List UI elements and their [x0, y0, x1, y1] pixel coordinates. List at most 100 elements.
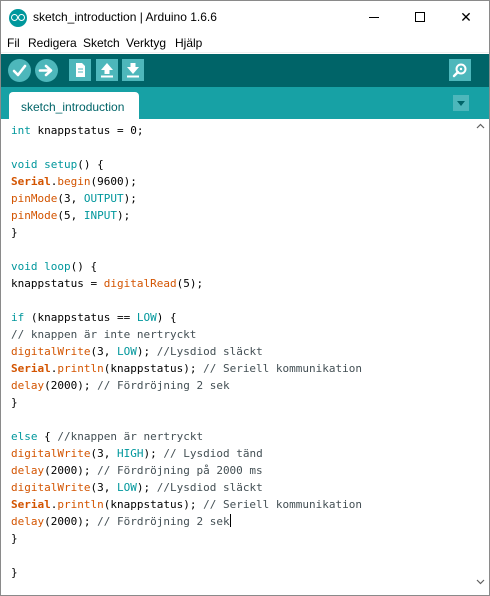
arduino-logo-icon	[9, 9, 27, 27]
new-icon	[76, 63, 85, 77]
close-icon: ✕	[460, 9, 472, 25]
window-title: sketch_introduction | Arduino 1.6.6	[33, 10, 217, 24]
code-token-keyword: if	[11, 311, 25, 324]
code-line[interactable]: digitalWrite(3, LOW); //Lysdiod släckt	[11, 343, 362, 360]
code-token-plain: (3,	[90, 345, 117, 358]
menu-sketch[interactable]: Sketch	[83, 36, 120, 50]
code-token-function: digitalWrite	[11, 447, 91, 460]
code-token-serial: Serial	[11, 362, 51, 375]
maximize-icon	[415, 12, 425, 22]
tab-sketch-introduction[interactable]: sketch_introduction	[9, 92, 139, 119]
code-line[interactable]: int knappstatus = 0;	[11, 122, 362, 139]
code-token-constant: INPUT	[83, 209, 117, 222]
scroll-up-icon[interactable]	[476, 123, 485, 129]
code-token-plain: (9600);	[90, 175, 137, 188]
code-line[interactable]: }	[11, 224, 362, 241]
verify-button[interactable]	[8, 59, 31, 82]
code-token-plain: );	[143, 447, 164, 460]
code-line[interactable]: else { //knappen är nertryckt	[11, 428, 362, 445]
code-token-function: println	[57, 362, 104, 375]
code-token-plain: (knappstatus);	[103, 362, 204, 375]
upload-button[interactable]	[35, 59, 58, 82]
code-token-plain: (5);	[176, 277, 204, 290]
code-text[interactable]: int knappstatus = 0; void setup() {Serial…	[11, 122, 362, 581]
menu-tools[interactable]: Verktyg	[126, 36, 166, 50]
code-token-plain: knappstatus = 0;	[30, 124, 144, 137]
save-sketch-button[interactable]	[122, 59, 144, 81]
code-line[interactable]: }	[11, 564, 362, 581]
code-line[interactable]	[11, 139, 362, 156]
code-token-function: delay	[11, 515, 45, 528]
code-line[interactable]: delay(2000); // Fördröjning 2 sek	[11, 377, 362, 394]
code-line[interactable]	[11, 411, 362, 428]
code-token-serial: Serial	[11, 498, 51, 511]
menu-bar: Fil Redigera Sketch Verktyg Hjälp	[1, 33, 489, 53]
code-token-plain: (knappstatus ==	[24, 311, 137, 324]
code-line[interactable]: pinMode(5, INPUT);	[11, 207, 362, 224]
code-token-comment: //knappen är nertryckt	[57, 430, 204, 443]
code-line[interactable]: digitalWrite(3, LOW); //Lysdiod släckt	[11, 479, 362, 496]
code-line[interactable]: delay(2000); // Fördröjning 2 sek	[11, 513, 362, 530]
upload-icon	[38, 64, 53, 77]
open-sketch-button[interactable]	[96, 59, 118, 81]
code-token-comment: // Seriell kommunikation	[203, 498, 363, 511]
code-line[interactable]: }	[11, 394, 362, 411]
code-token-plain: (3,	[57, 192, 84, 205]
code-token-plain: () {	[77, 158, 104, 171]
code-token-keyword: void	[11, 260, 38, 273]
code-line[interactable]: delay(2000); // Fördröjning på 2000 ms	[11, 462, 362, 479]
code-line[interactable]: void setup() {	[11, 156, 362, 173]
code-token-keyword: else	[11, 430, 38, 443]
code-token-plain: );	[136, 345, 157, 358]
code-line[interactable]	[11, 241, 362, 258]
title-bar[interactable]: sketch_introduction | Arduino 1.6.6 ✕	[1, 1, 489, 33]
tab-label: sketch_introduction	[21, 100, 125, 114]
code-line[interactable]: knappstatus = digitalRead(5);	[11, 275, 362, 292]
code-line[interactable]	[11, 292, 362, 309]
close-button[interactable]: ✕	[443, 1, 489, 33]
tab-strip: sketch_introduction	[1, 87, 489, 119]
code-token-plain: () {	[70, 260, 98, 273]
code-token-constant: LOW	[116, 481, 137, 494]
new-sketch-button[interactable]	[69, 59, 91, 81]
verify-icon	[12, 64, 27, 77]
menu-help[interactable]: Hjälp	[175, 36, 202, 50]
code-token-function: delay	[11, 464, 45, 477]
code-token-serial: Serial	[11, 175, 51, 188]
vertical-scrollbar[interactable]	[472, 119, 489, 595]
code-token-plain: (3,	[90, 481, 117, 494]
menu-file[interactable]: Fil	[7, 36, 20, 50]
code-line[interactable]: Serial.begin(9600);	[11, 173, 362, 190]
chevron-down-icon	[457, 101, 465, 106]
code-line[interactable]: void loop() {	[11, 258, 362, 275]
arduino-ide-window: sketch_introduction | Arduino 1.6.6 ✕ Fi…	[0, 0, 490, 596]
code-line[interactable]: // knappen är inte nertryckt	[11, 326, 362, 343]
minimize-icon	[369, 17, 379, 18]
code-token-function: println	[57, 498, 104, 511]
code-line[interactable]	[11, 547, 362, 564]
code-line[interactable]: if (knappstatus == LOW) {	[11, 309, 362, 326]
code-token-plain: knappstatus =	[11, 277, 104, 290]
scroll-down-icon[interactable]	[476, 579, 485, 585]
code-line[interactable]: pinMode(3, OUTPUT);	[11, 190, 362, 207]
minimize-button[interactable]	[351, 1, 397, 33]
code-line[interactable]: }	[11, 530, 362, 547]
code-token-plain: {	[37, 430, 58, 443]
serial-monitor-button[interactable]	[449, 59, 471, 81]
code-token-plain: }	[11, 532, 18, 545]
code-token-function: pinMode	[11, 192, 58, 205]
code-editor[interactable]: int knappstatus = 0; void setup() {Serial…	[1, 119, 489, 595]
code-token-plain: }	[11, 396, 18, 409]
code-line[interactable]: digitalWrite(3, HIGH); // Lysdiod tänd	[11, 445, 362, 462]
open-icon	[101, 63, 113, 78]
maximize-button[interactable]	[397, 1, 443, 33]
menu-edit[interactable]: Redigera	[28, 36, 77, 50]
code-token-plain: );	[123, 192, 137, 205]
code-token-keyword: setup	[44, 158, 78, 171]
serial-monitor-icon	[452, 63, 467, 78]
code-line[interactable]: Serial.println(knappstatus); // Seriell …	[11, 496, 362, 513]
toolbar	[1, 54, 489, 87]
code-line[interactable]: Serial.println(knappstatus); // Seriell …	[11, 360, 362, 377]
code-token-plain: );	[116, 209, 131, 222]
tab-menu-button[interactable]	[453, 95, 469, 111]
